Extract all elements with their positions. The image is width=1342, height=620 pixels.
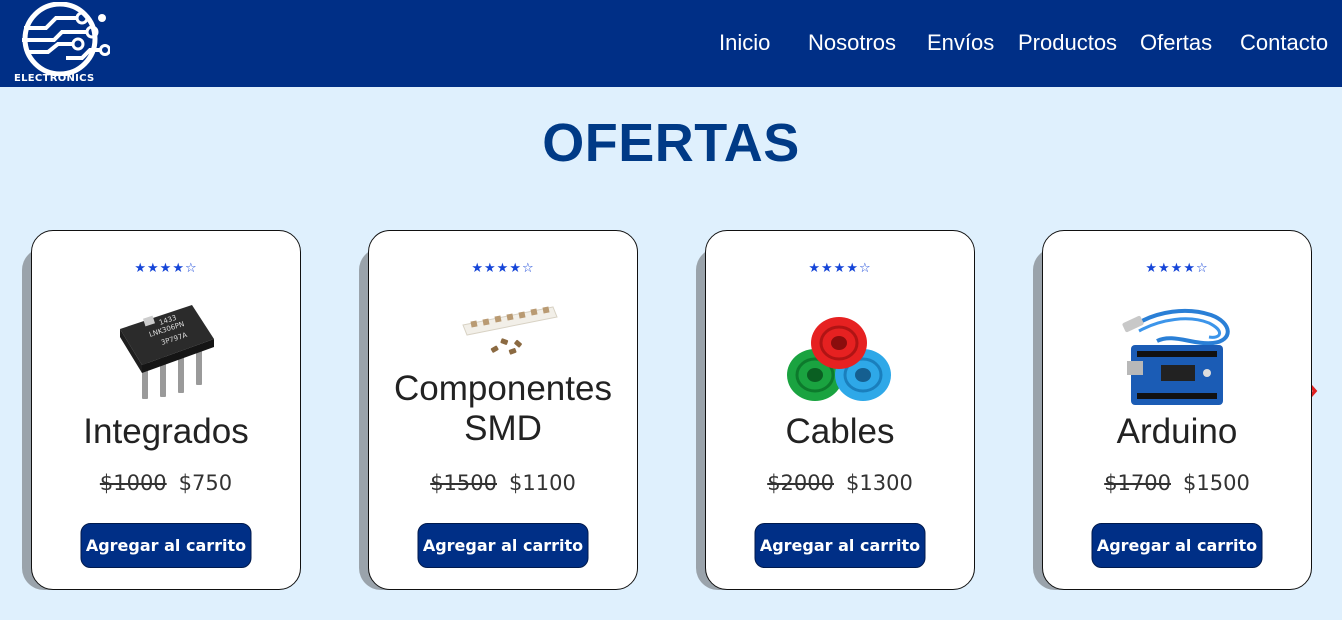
offer-price: $1300	[846, 471, 913, 495]
product-name: Componentes SMD	[394, 369, 612, 448]
page-title: OFERTAS	[542, 113, 800, 173]
product-card-componentes-smd: ★★★★☆ Componentes SMD $1500 $1100 Agrega…	[368, 230, 638, 590]
star-filled-icon: ★★★★	[808, 261, 859, 276]
nav-link-nosotros[interactable]: Nosotros	[808, 30, 896, 56]
nav-link-productos[interactable]: Productos	[1018, 30, 1117, 56]
star-filled-icon: ★★★★	[1145, 261, 1196, 276]
offer-price: $750	[178, 471, 233, 495]
add-to-cart-button[interactable]: Agregar al carrito	[417, 523, 589, 568]
old-price: $1700	[1104, 471, 1171, 495]
offer-price: $1500	[1183, 471, 1250, 495]
old-price: $1000	[99, 471, 167, 495]
product-card-arduino: ★★★★☆ Arduino $1700 $1500 Agregar al carr…	[1042, 230, 1312, 590]
product-prices: $1500 $1100	[369, 471, 637, 495]
product-prices: $2000 $1300	[706, 471, 974, 495]
add-to-cart-button[interactable]: Agregar al carrito	[754, 523, 926, 568]
offer-price: $1100	[509, 471, 576, 495]
old-price: $2000	[767, 471, 834, 495]
old-price: $1500	[430, 471, 497, 495]
star-empty-icon: ☆	[184, 261, 198, 276]
cable-spools-image	[706, 295, 974, 413]
add-to-cart-button[interactable]: Agregar al carrito	[1091, 523, 1263, 568]
star-filled-icon: ★★★★	[471, 261, 522, 276]
product-prices: $1000 $750	[32, 471, 300, 495]
circuit-logo-icon	[22, 2, 110, 76]
product-name: Cables	[785, 412, 895, 451]
brand-logo[interactable]: ELECTRONICS	[12, 2, 112, 84]
product-name: Integrados	[83, 412, 249, 451]
product-card-cables: ★★★★☆ Cables $2000 $1300 Agregar al carri…	[705, 230, 975, 590]
nav-link-inicio[interactable]: Inicio	[719, 30, 770, 56]
product-prices: $1700 $1500	[1043, 471, 1311, 495]
nav-link-contacto[interactable]: Contacto	[1240, 30, 1328, 56]
add-to-cart-button[interactable]: Agregar al carrito	[80, 523, 252, 568]
rating-stars: ★★★★☆	[32, 261, 300, 276]
rating-stars: ★★★★☆	[1043, 261, 1311, 276]
product-name: Arduino	[1116, 412, 1238, 451]
rating-stars: ★★★★☆	[369, 261, 637, 276]
star-empty-icon: ☆	[1195, 261, 1209, 276]
nav-link-envios[interactable]: Envíos	[927, 30, 994, 56]
arduino-board-image	[1043, 295, 1311, 413]
ic-chip-image: 1433 LNK306PN 3P797A	[32, 295, 300, 413]
logo-text: ELECTRONICS	[14, 73, 95, 84]
nav-link-ofertas[interactable]: Ofertas	[1140, 30, 1212, 56]
product-card-integrados: ★★★★☆ 1433 LNK306PN 3P797A Integrados $1…	[31, 230, 301, 590]
star-filled-icon: ★★★★	[134, 261, 185, 276]
rating-stars: ★★★★☆	[706, 261, 974, 276]
navbar: ELECTRONICS Inicio Nosotros Envíos Produ…	[0, 0, 1342, 87]
star-empty-icon: ☆	[521, 261, 535, 276]
star-empty-icon: ☆	[858, 261, 872, 276]
